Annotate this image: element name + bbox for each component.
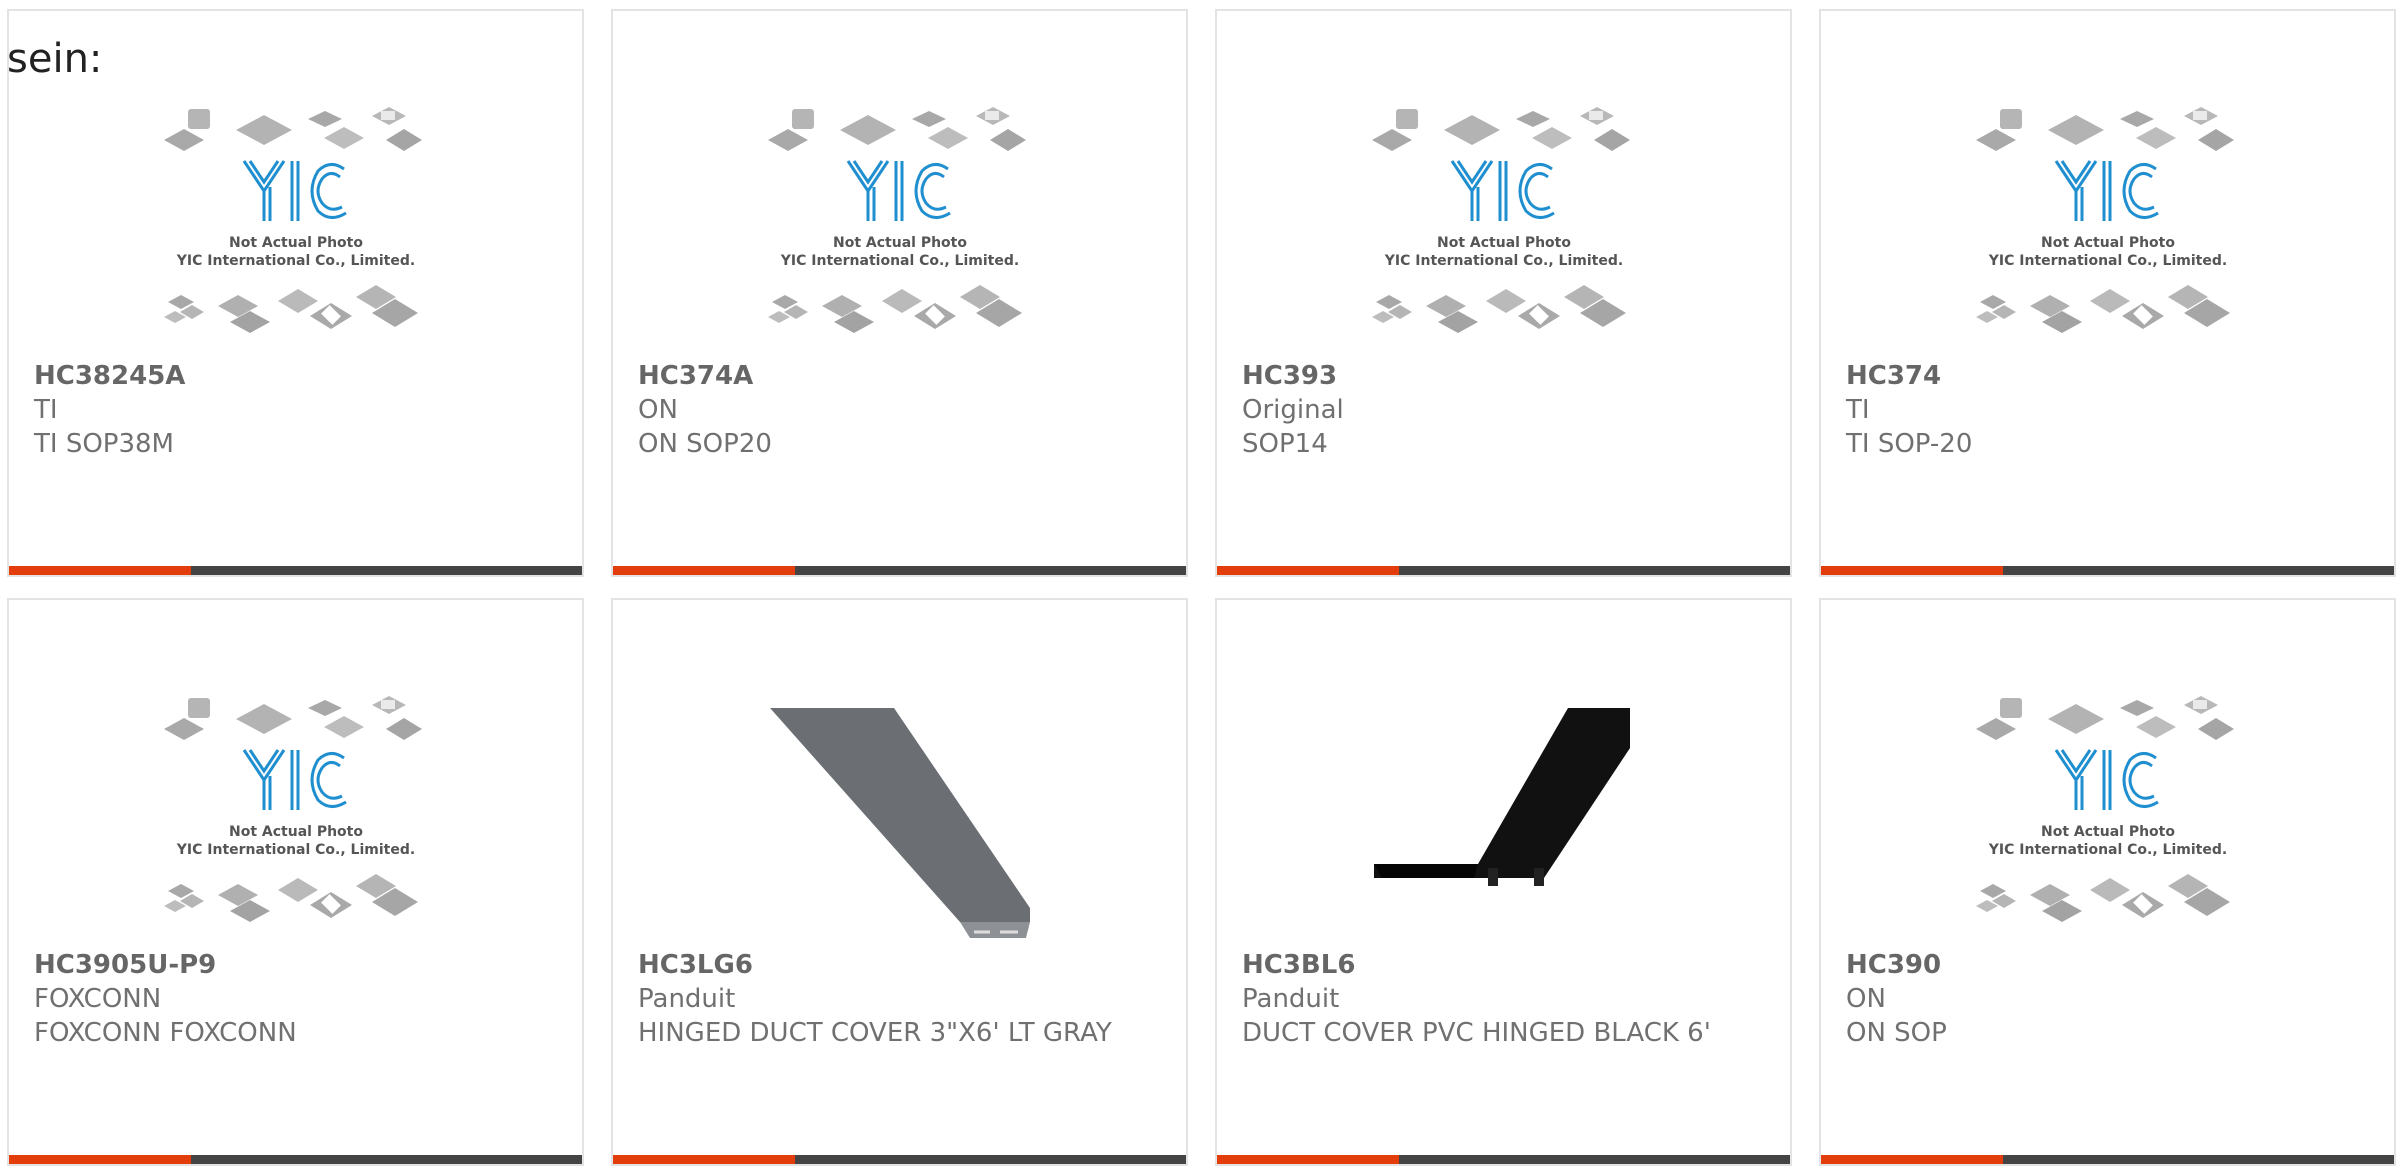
product-info: HC390 ON ON SOP: [1846, 948, 2346, 1050]
product-info: HC393 Original SOP14: [1242, 359, 1742, 461]
brand-name: Panduit: [1242, 984, 1340, 1014]
product-info: HC374A ON ON SOP20: [638, 359, 1138, 461]
product-card[interactable]: HC3BL6 Panduit DUCT COVER PVC HINGED BLA…: [1215, 598, 1792, 1166]
product-card[interactable]: Not Actual Photo YIC International Co., L…: [1215, 9, 1792, 577]
brand-name: Panduit: [638, 984, 736, 1014]
product-info: HC3BL6 Panduit DUCT COVER PVC HINGED BLA…: [1242, 948, 1742, 1050]
part-number[interactable]: HC393: [1242, 359, 1742, 393]
product-image[interactable]: Not Actual Photo YIC International Co., L…: [1972, 688, 2244, 960]
brand-name: ON: [1846, 984, 1886, 1014]
card-bar-accent: [1821, 1155, 2003, 1164]
card-bar-accent: [613, 1155, 795, 1164]
product-grid: Not Actual Photo YIC International Co., L…: [0, 0, 2400, 1167]
product-card[interactable]: HC3LG6 Panduit HINGED DUCT COVER 3"X6' L…: [611, 598, 1188, 1166]
placeholder-line-1: Not Actual Photo: [833, 235, 967, 251]
card-bar-accent: [9, 566, 191, 575]
product-description: TI SOP-20: [1846, 429, 1973, 459]
product-image[interactable]: Not Actual Photo YIC International Co., L…: [764, 99, 1036, 371]
placeholder-line-1: Not Actual Photo: [2041, 235, 2175, 251]
card-bottom-bar: [9, 1155, 582, 1164]
brand-name: FOXCONN: [34, 984, 162, 1014]
card-bottom-bar: [1821, 566, 2394, 575]
brand-name: TI: [34, 395, 58, 425]
product-image[interactable]: Not Actual Photo YIC International Co., L…: [1972, 99, 2244, 371]
brand-name: TI: [1846, 395, 1870, 425]
part-number[interactable]: HC38245A: [34, 359, 534, 393]
product-description: DUCT COVER PVC HINGED BLACK 6': [1242, 1018, 1711, 1048]
card-bottom-bar: [1217, 1155, 1790, 1164]
card-bottom-bar: [613, 566, 1186, 575]
placeholder-line-1: Not Actual Photo: [1437, 235, 1571, 251]
product-description: ON SOP20: [638, 429, 772, 459]
part-number[interactable]: HC3BL6: [1242, 948, 1742, 982]
product-card[interactable]: Not Actual Photo YIC International Co., L…: [1819, 598, 2396, 1166]
placeholder-line-2: YIC International Co., Limited.: [175, 253, 414, 269]
product-image[interactable]: [764, 688, 1036, 960]
placeholder-line-2: YIC International Co., Limited.: [1987, 842, 2226, 858]
placeholder-line-1: Not Actual Photo: [229, 235, 363, 251]
product-description: ON SOP: [1846, 1018, 1947, 1048]
card-bar-accent: [1217, 566, 1399, 575]
product-info: HC3LG6 Panduit HINGED DUCT COVER 3"X6' L…: [638, 948, 1138, 1050]
placeholder-line-1: Not Actual Photo: [2041, 824, 2175, 840]
placeholder-line-2: YIC International Co., Limited.: [779, 253, 1018, 269]
part-number[interactable]: HC390: [1846, 948, 2346, 982]
product-card[interactable]: Not Actual Photo YIC International Co., L…: [611, 9, 1188, 577]
part-number[interactable]: HC374: [1846, 359, 2346, 393]
product-info: HC374 TI TI SOP-20: [1846, 359, 2346, 461]
product-description: SOP14: [1242, 429, 1328, 459]
placeholder-line-1: Not Actual Photo: [229, 824, 363, 840]
intro-text: sein:: [7, 36, 103, 82]
product-description: HINGED DUCT COVER 3"X6' LT GRAY: [638, 1018, 1112, 1048]
part-number[interactable]: HC3LG6: [638, 948, 1138, 982]
product-image[interactable]: Not Actual Photo YIC International Co., L…: [160, 99, 432, 371]
product-info: HC3905U-P9 FOXCONN FOXCONN FOXCONN: [34, 948, 534, 1050]
product-image[interactable]: Not Actual Photo YIC International Co., L…: [1368, 99, 1640, 371]
product-image[interactable]: Not Actual Photo YIC International Co., L…: [160, 688, 432, 960]
card-bar-accent: [9, 1155, 191, 1164]
card-bar-accent: [613, 566, 795, 575]
card-bar-accent: [1821, 566, 2003, 575]
product-info: HC38245A TI TI SOP38M: [34, 359, 534, 461]
product-card[interactable]: Not Actual Photo YIC International Co., L…: [7, 598, 584, 1166]
card-bottom-bar: [9, 566, 582, 575]
card-bar-accent: [1217, 1155, 1399, 1164]
brand-name: Original: [1242, 395, 1344, 425]
card-bottom-bar: [1821, 1155, 2394, 1164]
brand-name: ON: [638, 395, 678, 425]
product-description: TI SOP38M: [34, 429, 174, 459]
product-card[interactable]: Not Actual Photo YIC International Co., L…: [1819, 9, 2396, 577]
product-card[interactable]: Not Actual Photo YIC International Co., L…: [7, 9, 584, 577]
card-bottom-bar: [1217, 566, 1790, 575]
placeholder-line-2: YIC International Co., Limited.: [1383, 253, 1622, 269]
product-image[interactable]: [1367, 688, 1640, 960]
placeholder-line-2: YIC International Co., Limited.: [175, 842, 414, 858]
card-bottom-bar: [613, 1155, 1186, 1164]
placeholder-line-2: YIC International Co., Limited.: [1987, 253, 2226, 269]
part-number[interactable]: HC3905U-P9: [34, 948, 534, 982]
part-number[interactable]: HC374A: [638, 359, 1138, 393]
product-description: FOXCONN FOXCONN: [34, 1018, 297, 1048]
